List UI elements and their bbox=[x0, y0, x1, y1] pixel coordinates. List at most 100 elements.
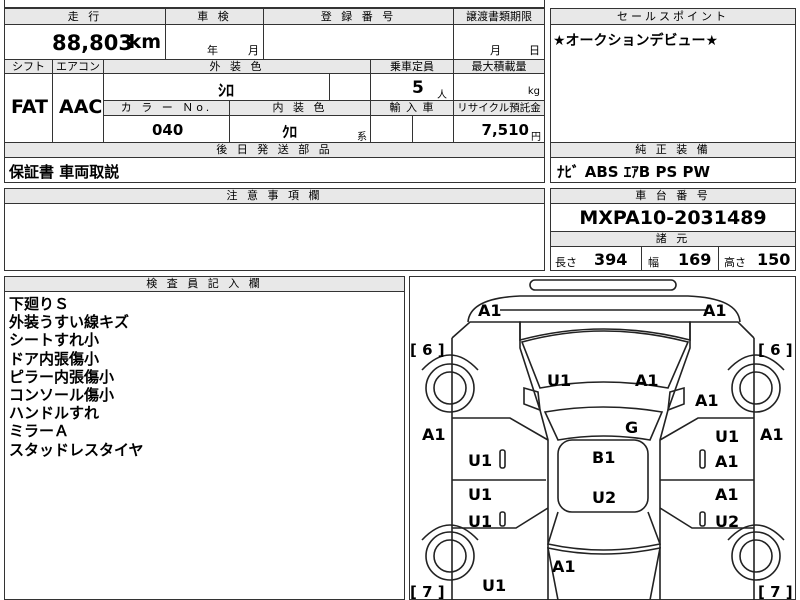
mileage-value: 88,803 bbox=[51, 31, 133, 55]
inspector-header: 検 査 員 記 入 欄 bbox=[4, 276, 405, 292]
damage-mark: U2 bbox=[592, 488, 616, 507]
inspector-note-line: 下廻りＳ bbox=[9, 295, 70, 313]
aircon-header: エアコン bbox=[52, 59, 104, 74]
damage-mark: U1 bbox=[468, 485, 492, 504]
shift-value: FAT bbox=[11, 96, 48, 118]
damage-mark: A1 bbox=[760, 425, 784, 444]
spec-width-label: 幅 bbox=[648, 256, 659, 269]
shaken-cell: 年 月 bbox=[165, 24, 264, 60]
specs-header: 諸 元 bbox=[550, 231, 796, 247]
damage-mark: A1 bbox=[703, 301, 727, 320]
interior-color-unit: 系 bbox=[357, 132, 367, 143]
front-bumper-outline bbox=[529, 279, 677, 291]
max-load-cell: kg bbox=[453, 73, 545, 101]
sales-point-box: ★オークションデビュー★ bbox=[550, 24, 796, 143]
shift-header: シフト bbox=[4, 59, 53, 74]
equipment-header: 純 正 装 備 bbox=[550, 142, 796, 158]
inspector-note-line: スタッドレスタイヤ bbox=[9, 440, 144, 459]
recycle-fee-unit: 円 bbox=[531, 132, 541, 143]
mileage-header: 走 行 bbox=[4, 8, 166, 25]
import-header: 輸 入 車 bbox=[370, 100, 454, 116]
top-edge-strip bbox=[4, 0, 545, 8]
capacity-header: 乗車定員 bbox=[370, 59, 454, 74]
mileage-unit: km bbox=[128, 31, 161, 53]
later-parts-cell: 保証書 車両取説 bbox=[4, 157, 545, 183]
damage-mark: U1 bbox=[715, 427, 739, 446]
mirror-right bbox=[667, 386, 685, 412]
caution-header: 注 意 事 項 欄 bbox=[4, 188, 545, 204]
damage-mark: U1 bbox=[482, 576, 506, 595]
equipment-value: ﾅﾋﾞ ABS ｴｱB PS PW bbox=[557, 163, 711, 181]
damage-mark: U1 bbox=[468, 451, 492, 470]
transfer-deadline-cell: 月 日 bbox=[453, 24, 545, 60]
spec-width-cell: 幅 169 bbox=[641, 246, 719, 271]
exterior-color-extra-cell bbox=[329, 73, 371, 101]
interior-color-value: ｸﾛ bbox=[282, 123, 298, 141]
damage-mark: A1 bbox=[715, 452, 739, 471]
damage-mark: A1 bbox=[478, 301, 502, 320]
damage-mark: A1 bbox=[695, 391, 719, 410]
capacity-value: 5 bbox=[412, 78, 424, 98]
inspector-note-line: ハンドルすれ bbox=[9, 404, 100, 423]
exterior-color-header: 外 装 色 bbox=[103, 59, 371, 74]
damage-mark: A1 bbox=[422, 425, 446, 444]
inspector-note-line: ピラー内張傷小 bbox=[9, 367, 115, 386]
tire-rl-label: [ 7 ] bbox=[410, 583, 445, 600]
inspector-note-line: シートすれ小 bbox=[9, 331, 100, 350]
damage-mark: U1 bbox=[547, 371, 571, 390]
mileage-cell: 88,803 km bbox=[4, 24, 166, 60]
color-no-value: 040 bbox=[152, 121, 184, 139]
exterior-color-cell: ｼﾛ bbox=[103, 73, 330, 101]
recycle-fee-value: 7,510 bbox=[481, 121, 529, 139]
car-damage-diagram: [ 6 ] [ 6 ] [ 7 ] [ 7 ] A1 A1 U1 A1 A1 A… bbox=[410, 279, 793, 600]
damage-mark: U1 bbox=[468, 512, 492, 531]
shift-cell: FAT bbox=[4, 73, 53, 143]
color-no-cell: 040 bbox=[103, 115, 230, 143]
registration-header: 登 録 番 号 bbox=[263, 8, 454, 25]
interior-color-header: 内 装 色 bbox=[229, 100, 371, 116]
cabin-outline bbox=[543, 406, 664, 441]
spec-height-cell: 高さ 150 bbox=[718, 246, 796, 271]
inspector-notes-box: 下廻りＳ 外装うすい線キズ シートすれ小 ドア内張傷小 ピラー内張傷小 コンソール傷小 ハン… bbox=[4, 291, 405, 600]
tire-fl-label: [ 6 ] bbox=[410, 341, 445, 359]
damage-mark: A1 bbox=[715, 485, 739, 504]
max-load-header: 最大積載量 bbox=[453, 59, 545, 74]
spec-height-value: 150 bbox=[757, 250, 791, 269]
equipment-cell: ﾅﾋﾞ ABS ｴｱB PS PW bbox=[550, 157, 796, 183]
transfer-deadline-header: 譲渡書類期限 bbox=[453, 8, 545, 25]
hood-outline bbox=[467, 295, 741, 323]
spec-length-cell: 長さ 394 bbox=[550, 246, 642, 271]
capacity-unit: 人 bbox=[437, 90, 447, 101]
inspector-note-line: 外装うすい線キズ bbox=[9, 313, 130, 332]
damage-mark: A1 bbox=[635, 371, 659, 390]
inspector-note-line: ドア内張傷小 bbox=[9, 349, 100, 368]
shaken-month-unit: 月 bbox=[248, 44, 259, 57]
damage-mark: B1 bbox=[592, 448, 615, 467]
spec-height-label: 高さ bbox=[724, 256, 746, 269]
recycle-fee-header: リサイクル預託金 bbox=[453, 100, 545, 116]
aircon-cell: AAC bbox=[52, 73, 104, 143]
damage-mark: U2 bbox=[715, 512, 739, 531]
transfer-day-unit: 日 bbox=[529, 44, 540, 57]
transfer-month-unit: 月 bbox=[490, 44, 501, 57]
sales-point-header: セールスポイント bbox=[550, 8, 796, 25]
mirror-left bbox=[523, 386, 541, 412]
chassis-value: MXPA10-2031489 bbox=[579, 207, 767, 229]
max-load-unit: kg bbox=[527, 86, 540, 97]
tire-rr-label: [ 7 ] bbox=[758, 583, 793, 600]
interior-color-cell: ｸﾛ 系 bbox=[229, 115, 371, 143]
spec-length-label: 長さ bbox=[555, 256, 577, 269]
damage-mark: G bbox=[625, 418, 638, 437]
import-cell-2 bbox=[412, 115, 454, 143]
later-parts-header: 後 日 発 送 部 品 bbox=[4, 142, 545, 158]
inspector-note-line: コンソール傷小 bbox=[9, 386, 115, 405]
registration-cell bbox=[263, 24, 454, 60]
capacity-cell: 5 人 bbox=[370, 73, 454, 101]
shaken-header: 車 検 bbox=[165, 8, 264, 25]
damage-diagram-box: [ 6 ] [ 6 ] [ 7 ] [ 7 ] A1 A1 U1 A1 A1 A… bbox=[409, 276, 796, 600]
inspector-note-line: ミラーＡ bbox=[9, 422, 70, 441]
shaken-year-unit: 年 bbox=[207, 44, 218, 57]
tire-fr-label: [ 6 ] bbox=[758, 341, 793, 359]
inspector-notes-list: 下廻りＳ 外装うすい線キズ シートすれ小 ドア内張傷小 ピラー内張傷小 コンソール傷小 ハン… bbox=[9, 295, 144, 459]
damage-mark: A1 bbox=[552, 557, 576, 576]
